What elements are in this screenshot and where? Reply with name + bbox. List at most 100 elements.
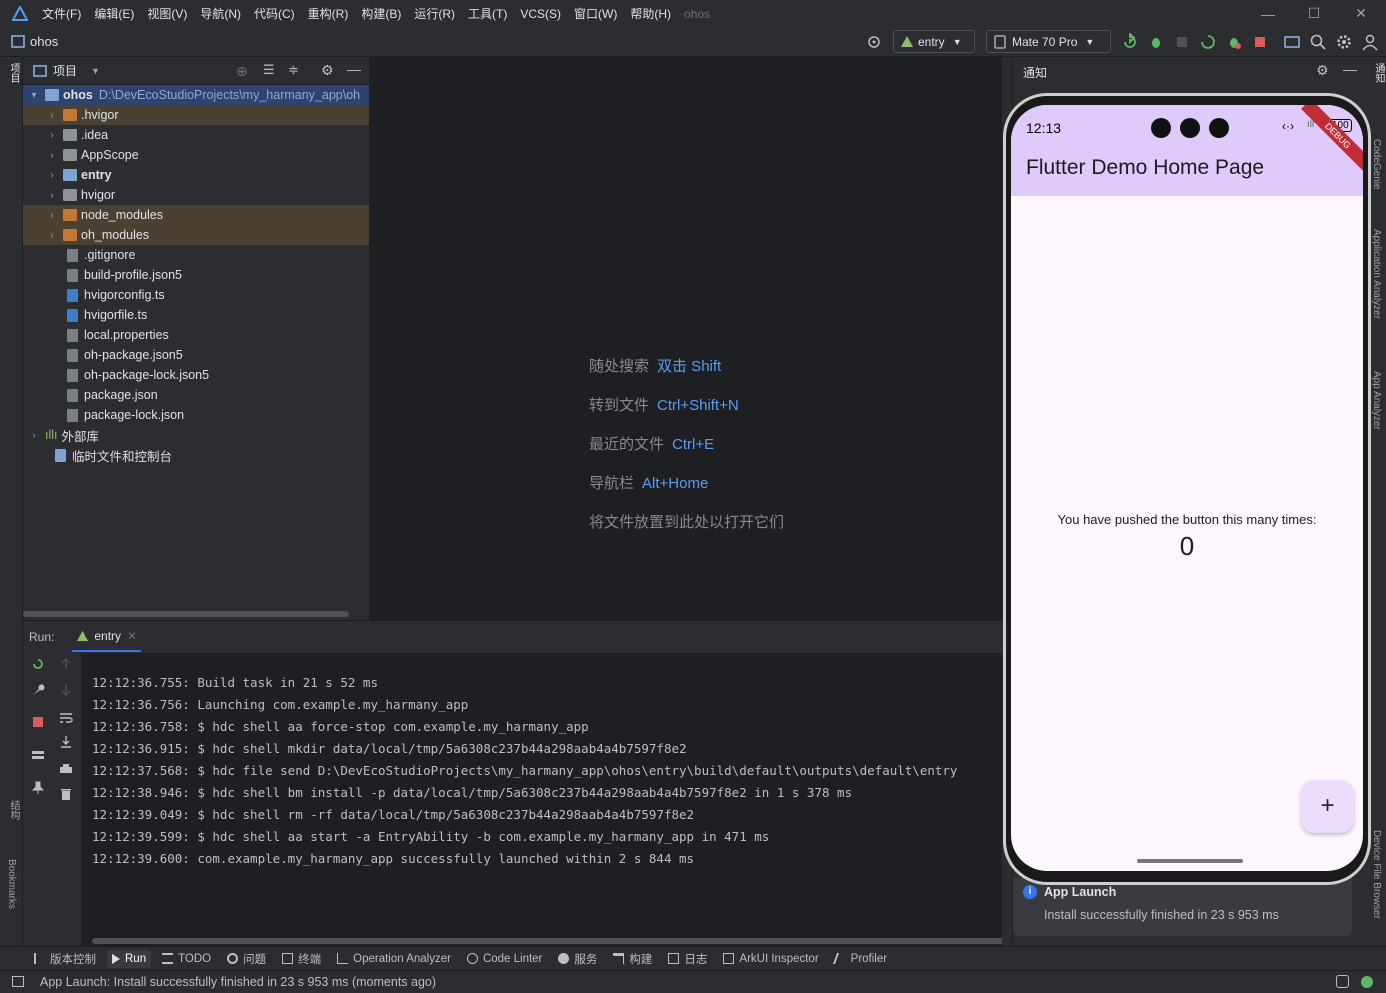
status-message[interactable]: App Launch: Install successfully finishe… (40, 975, 436, 989)
tree-item-hvigorconfig[interactable]: hvigorconfig.ts (23, 285, 369, 305)
menu-window[interactable]: 窗口(W) (574, 5, 617, 22)
stop-icon[interactable] (1251, 33, 1269, 51)
scroll-down-icon[interactable] (59, 683, 73, 697)
pin-icon[interactable] (31, 781, 45, 795)
trash-icon[interactable] (59, 787, 73, 801)
tree-item-oh-package-lock[interactable]: oh-package-lock.json5 (23, 365, 369, 385)
application-analyzer-tool-button[interactable]: Application Analyzer (1371, 229, 1382, 319)
apply-changes-icon[interactable] (1199, 33, 1217, 51)
tool-build[interactable]: 构建 (613, 951, 652, 967)
tree-root-ohos[interactable]: ▾ ohos D:\DevEcoStudioProjects\my_harman… (23, 85, 369, 105)
toggle-tool-windows-icon[interactable] (12, 976, 24, 987)
chevron-right-icon[interactable]: › (47, 150, 57, 161)
menu-help[interactable]: 帮助(H) (630, 5, 671, 22)
profile-icon[interactable] (1225, 33, 1243, 51)
tree-item-node-modules[interactable]: › node_modules (23, 205, 369, 225)
device-manager-icon[interactable] (1283, 33, 1301, 51)
crosshair-icon[interactable]: ⊕ (236, 63, 248, 80)
search-icon[interactable] (1309, 33, 1327, 51)
editor-area[interactable]: 随处搜索 双击 Shift 转到文件 Ctrl+Shift+N 最近的文件 Ctrl+… (369, 57, 1002, 620)
tool-operation-analyzer[interactable]: Operation Analyzer (337, 953, 451, 965)
console-horizontal-scrollbar[interactable] (92, 938, 1002, 944)
close-tab-icon[interactable]: ✕ (127, 629, 137, 643)
account-icon[interactable] (1361, 33, 1379, 51)
tool-profiler[interactable]: Profiler (832, 953, 887, 965)
chevron-down-icon[interactable]: ▼ (91, 66, 100, 76)
tool-version-control[interactable]: 版本控制 (34, 951, 96, 967)
tool-problems[interactable]: 问题 (227, 951, 266, 967)
close-window-button[interactable]: ✕ (1338, 0, 1384, 27)
tool-terminal[interactable]: 终端 (282, 951, 321, 967)
bookmarks-tool-button[interactable]: Bookmarks (6, 859, 17, 909)
menu-build[interactable]: 构建(B) (361, 5, 401, 22)
structure-tool-button[interactable]: 结构 (6, 800, 21, 820)
settings-gear-icon[interactable] (1335, 33, 1353, 51)
chevron-right-icon[interactable]: › (47, 210, 57, 221)
tree-item-appscope[interactable]: › AppScope (23, 145, 369, 165)
device-select[interactable]: Mate 70 Pro ▼ (986, 30, 1111, 53)
connection-status-icon[interactable] (1361, 976, 1373, 988)
collapse-all-icon[interactable]: ≑ (288, 62, 299, 78)
tool-services[interactable]: 服务 (558, 951, 597, 967)
minimize-button[interactable]: — (1245, 0, 1291, 27)
menu-edit[interactable]: 编辑(E) (94, 5, 134, 22)
print-icon[interactable] (59, 762, 73, 776)
run-config-select[interactable]: entry ▼ (893, 30, 975, 53)
hide-panel-icon[interactable]: — (1343, 61, 1357, 77)
layout-icon[interactable] (31, 748, 45, 762)
tree-item-idea[interactable]: › .idea (23, 125, 369, 145)
stop-icon[interactable] (31, 715, 45, 729)
gear-icon[interactable]: ⚙ (321, 62, 334, 79)
attach-debugger-icon[interactable] (1173, 33, 1191, 51)
scroll-to-end-icon[interactable] (59, 735, 73, 749)
chevron-right-icon[interactable]: › (47, 130, 57, 141)
menu-file[interactable]: 文件(F) (42, 5, 81, 22)
tree-item-local-properties[interactable]: local.properties (23, 325, 369, 345)
chevron-right-icon[interactable]: › (47, 190, 57, 201)
horizontal-scrollbar[interactable] (23, 611, 349, 617)
gear-icon[interactable]: ⚙ (1316, 62, 1329, 79)
menu-navigate[interactable]: 导航(N) (200, 5, 241, 22)
tree-item-hvigor-hidden[interactable]: › .hvigor (23, 105, 369, 125)
tree-item-package-json[interactable]: package.json (23, 385, 369, 405)
run-tab-entry[interactable]: entry ✕ (72, 622, 142, 652)
tool-log[interactable]: 日志 (668, 951, 707, 967)
codegenie-tool-button[interactable]: CodeGenie (1371, 139, 1382, 190)
debug-icon[interactable] (1147, 33, 1165, 51)
locate-icon[interactable] (865, 33, 883, 51)
breadcrumb-project[interactable]: ohos (30, 34, 58, 49)
increment-fab[interactable]: + (1301, 780, 1354, 833)
tree-item-oh-modules[interactable]: › oh_modules (23, 225, 369, 245)
hide-panel-icon[interactable]: — (347, 61, 361, 77)
menu-tools[interactable]: 工具(T) (468, 5, 507, 22)
menu-view[interactable]: 视图(V) (147, 5, 187, 22)
menu-code[interactable]: 代码(C) (254, 5, 295, 22)
tool-todo[interactable]: TODO (162, 953, 211, 965)
power-save-icon[interactable] (1336, 975, 1349, 988)
notifications-tool-button[interactable]: 通知 (1371, 63, 1386, 83)
chevron-down-icon[interactable]: ▾ (29, 90, 39, 101)
menu-refactor[interactable]: 重构(R) (308, 5, 349, 22)
project-panel-title[interactable]: 项目 (53, 62, 77, 79)
chevron-right-icon[interactable]: › (47, 110, 57, 121)
device-screen[interactable]: 12:13 ‹·› ıll 100 DEBUG Flutter Demo Hom… (1011, 105, 1363, 871)
menu-vcs[interactable]: VCS(S) (520, 7, 561, 21)
scroll-up-icon[interactable] (59, 657, 73, 671)
rerun-icon[interactable] (31, 657, 45, 671)
tree-item-external-libs[interactable]: › ıllı 外部库 (23, 425, 369, 445)
tree-item-package-lock[interactable]: package-lock.json (23, 405, 369, 425)
tool-code-linter[interactable]: Code Linter (466, 953, 542, 965)
app-analyzer-tool-button[interactable]: App Analyzer (1371, 371, 1382, 430)
chevron-right-icon[interactable]: › (47, 230, 57, 241)
soft-wrap-icon[interactable] (59, 711, 73, 725)
tree-item-oh-package[interactable]: oh-package.json5 (23, 345, 369, 365)
tree-item-gitignore[interactable]: .gitignore (23, 245, 369, 265)
project-tool-button[interactable]: 项目 (6, 63, 21, 83)
wrench-icon[interactable] (31, 683, 45, 697)
expand-all-icon[interactable]: ☰ (263, 62, 275, 78)
tool-run[interactable]: Run (107, 949, 152, 968)
tree-item-scratches[interactable]: 临时文件和控制台 (23, 445, 369, 465)
console-output[interactable]: 12:12:36.755: Build task in 21 s 52 ms 1… (81, 653, 1002, 947)
menu-run[interactable]: 运行(R) (414, 5, 455, 22)
home-indicator[interactable] (1137, 859, 1243, 863)
